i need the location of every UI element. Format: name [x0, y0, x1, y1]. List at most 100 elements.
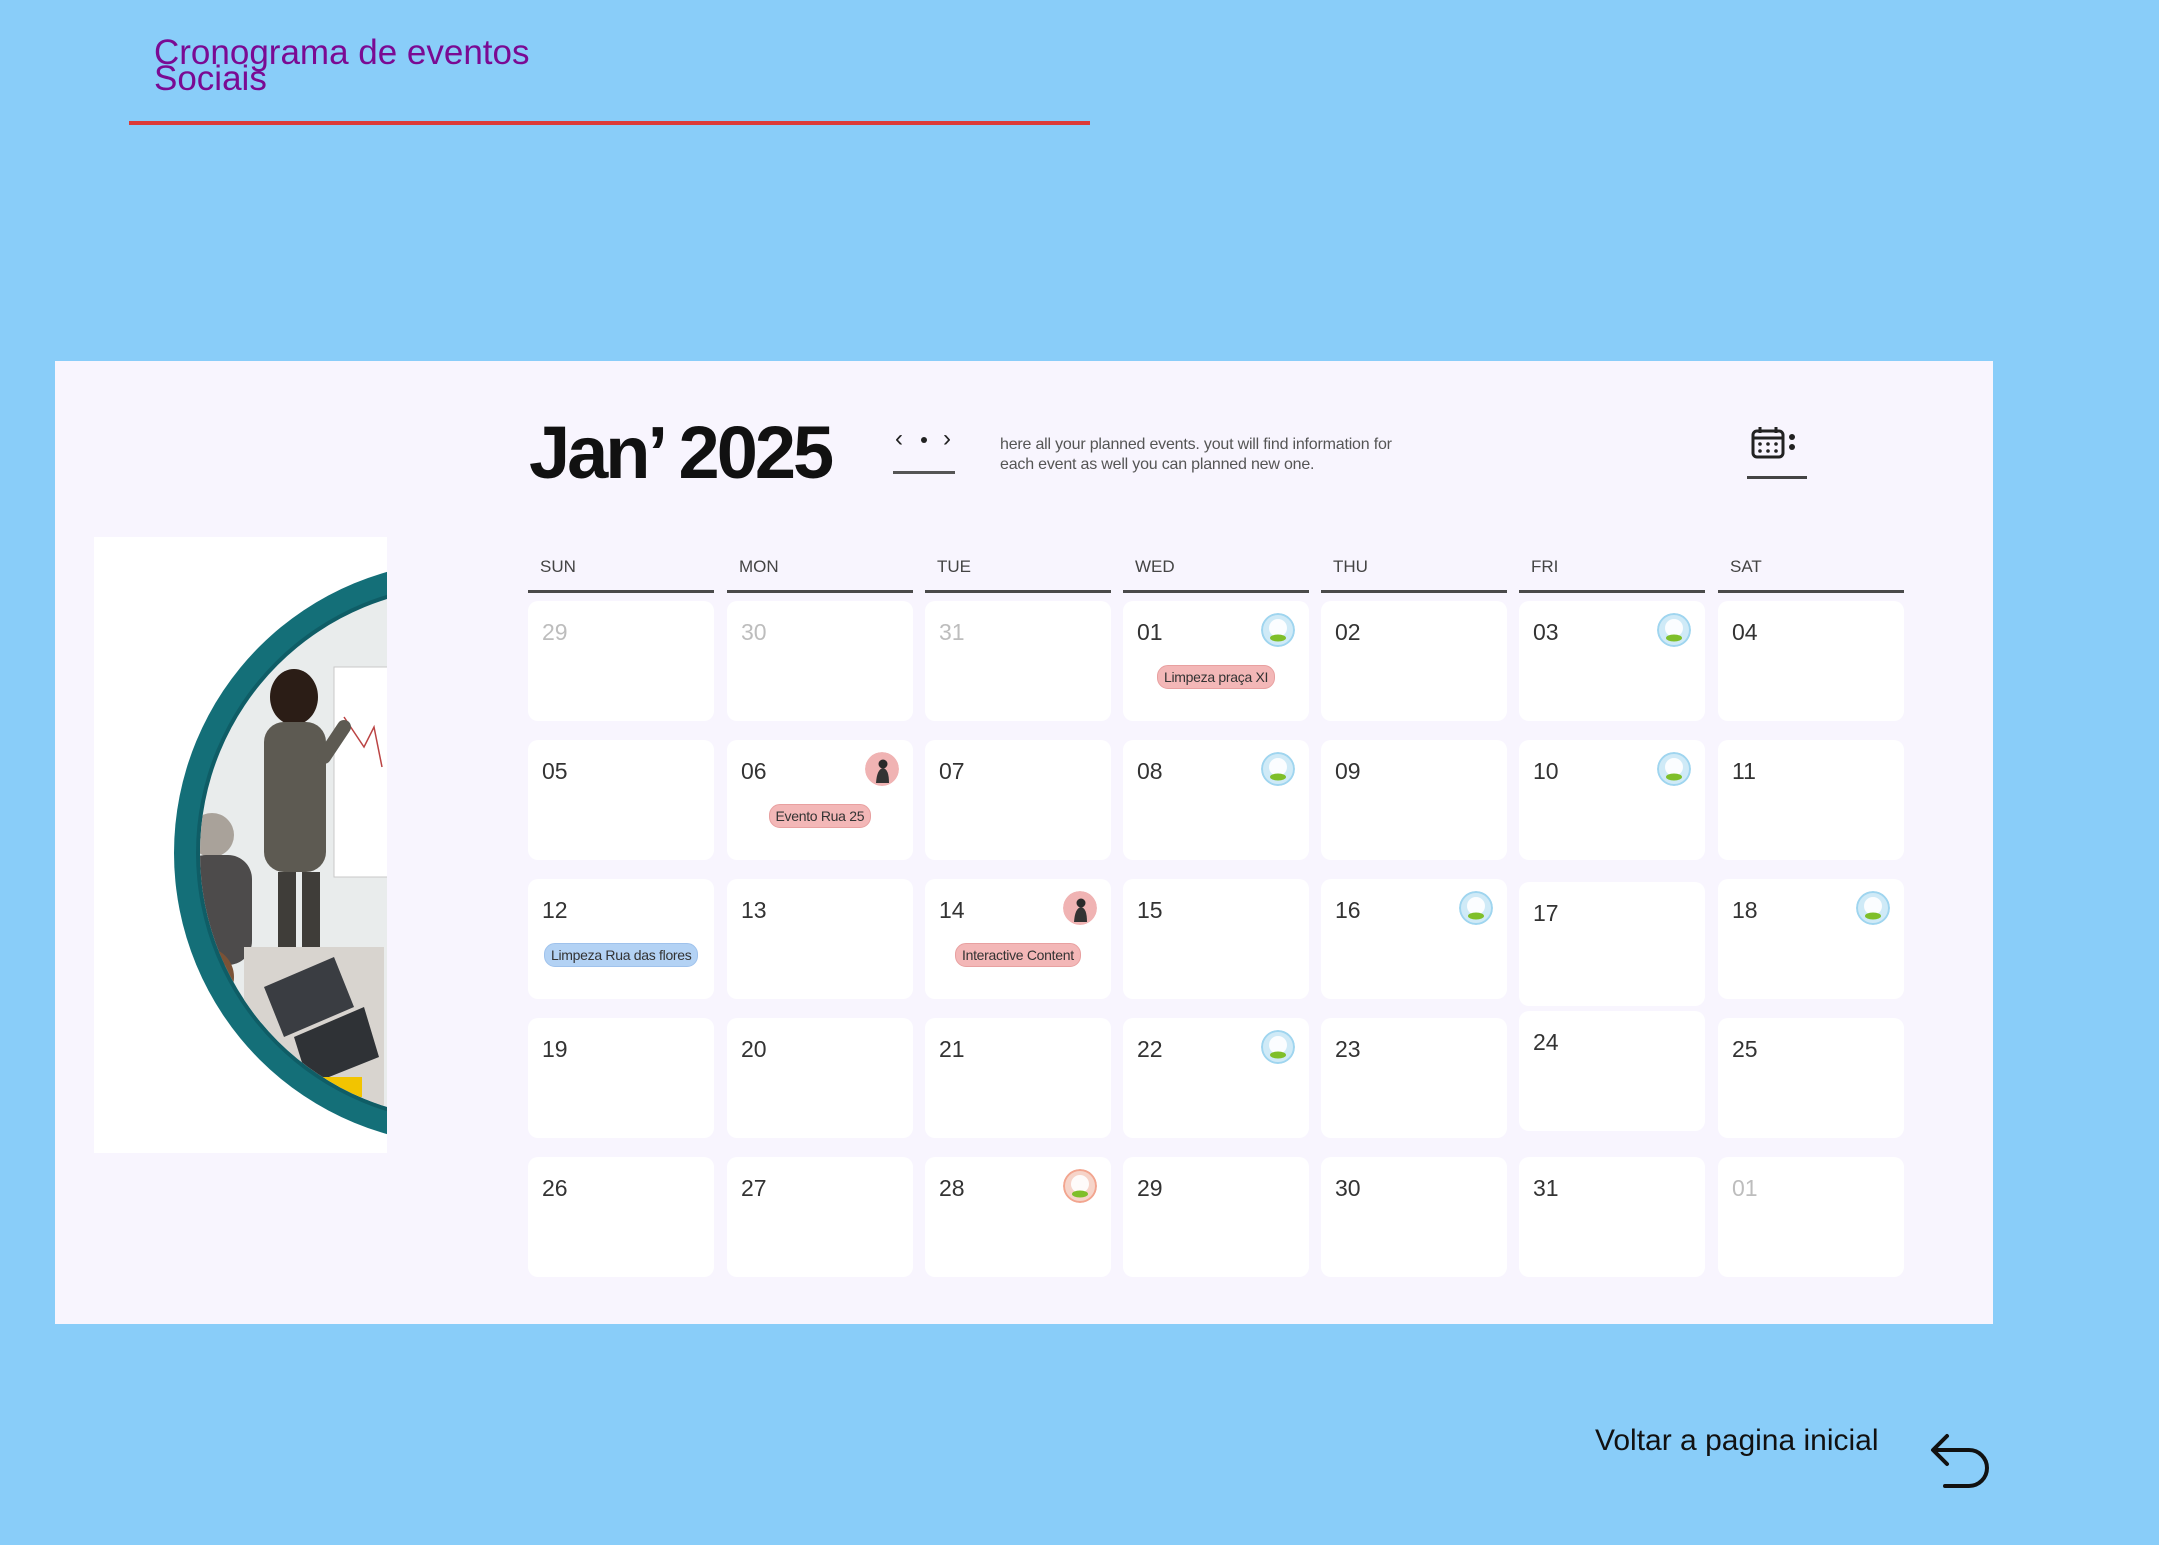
nav-dot-icon — [921, 437, 927, 443]
back-to-home-button[interactable] — [1925, 1426, 1995, 1496]
calendar-day-cell[interactable]: 06 Evento Rua 25 — [727, 740, 913, 860]
calendar-icon — [1751, 427, 1795, 459]
calendar-day-cell[interactable]: 20 — [727, 1018, 913, 1138]
weekday-header-thu: THU — [1321, 547, 1507, 593]
calendar-day-cell[interactable]: 12 Limpeza Rua das flores — [528, 879, 714, 999]
calendar-day-cell[interactable]: 29 — [1123, 1157, 1309, 1277]
day-number: 06 — [741, 758, 767, 784]
day-number: 24 — [1533, 1029, 1559, 1055]
event-tag[interactable]: Limpeza praça XI — [1157, 665, 1276, 689]
calendar-day-cell[interactable]: 08 — [1123, 740, 1309, 860]
more-dots-icon — [1789, 434, 1795, 440]
calendar-day-cell[interactable]: 31 — [925, 601, 1111, 721]
calendar-day-cell[interactable]: 05 — [528, 740, 714, 860]
calendar-day-cell[interactable]: 21 — [925, 1018, 1111, 1138]
day-number: 01 — [1732, 1175, 1758, 1201]
prev-month-button[interactable]: ‹ — [895, 427, 903, 451]
weekday-header-sun: SUN — [528, 547, 714, 593]
day-number: 05 — [542, 758, 568, 784]
day-number: 08 — [1137, 758, 1163, 784]
weekday-header-wed: WED — [1123, 547, 1309, 593]
calendar-day-cell[interactable]: 28 — [925, 1157, 1111, 1277]
globe-icon[interactable] — [1261, 752, 1295, 786]
calendar-day-cell[interactable]: 14 Interactive Content — [925, 879, 1111, 999]
day-number: 22 — [1137, 1036, 1163, 1062]
intro-line1: here all your planned events. yout will … — [1000, 436, 1392, 453]
day-number: 29 — [542, 619, 568, 645]
calendar-options-button[interactable] — [1747, 423, 1811, 479]
calendar-day-cell[interactable]: 18 — [1718, 879, 1904, 999]
day-number: 04 — [1732, 619, 1758, 645]
event-tag[interactable]: Evento Rua 25 — [768, 804, 872, 828]
day-number: 01 — [1137, 619, 1163, 645]
weekday-header-row: SUN MON TUE WED THU FRI SAT — [528, 547, 1958, 597]
calendar-day-cell[interactable]: 04 — [1718, 601, 1904, 721]
day-number: 29 — [1137, 1175, 1163, 1201]
day-number: 25 — [1732, 1036, 1758, 1062]
weekday-header-mon: MON — [727, 547, 913, 593]
calendar-day-cell[interactable]: 27 — [727, 1157, 913, 1277]
globe-icon[interactable] — [1063, 1169, 1097, 1203]
weekday-header-fri: FRI — [1519, 547, 1705, 593]
day-number: 07 — [939, 758, 965, 784]
calendar-day-cell[interactable]: 26 — [528, 1157, 714, 1277]
month-title: Jan’ 2025 — [529, 411, 834, 494]
attendee-avatar-icon[interactable] — [865, 752, 899, 786]
globe-icon[interactable] — [1657, 752, 1691, 786]
nav-underline — [893, 471, 955, 474]
day-number: 03 — [1533, 619, 1559, 645]
calendar-day-cell[interactable]: 02 — [1321, 601, 1507, 721]
back-to-home-link[interactable]: Voltar a pagina inicial — [1595, 1424, 1879, 1458]
day-number: 23 — [1335, 1036, 1361, 1062]
calendar-day-cell[interactable]: 31 — [1519, 1157, 1705, 1277]
day-number: 21 — [939, 1036, 965, 1062]
day-number: 11 — [1732, 758, 1756, 784]
calendar-day-cell[interactable]: 22 — [1123, 1018, 1309, 1138]
globe-icon[interactable] — [1657, 613, 1691, 647]
calendar-day-cell[interactable]: 24 — [1519, 1011, 1705, 1131]
meeting-photo — [94, 537, 387, 1153]
event-tag[interactable]: Limpeza Rua das flores — [544, 943, 699, 967]
day-number: 19 — [542, 1036, 568, 1062]
calendar-day-cell[interactable]: 07 — [925, 740, 1111, 860]
calendar-day-cell[interactable]: 11 — [1718, 740, 1904, 860]
meeting-illustration — [174, 571, 387, 1135]
globe-icon[interactable] — [1856, 891, 1890, 925]
calendar-day-cell[interactable]: 13 — [727, 879, 913, 999]
globe-icon[interactable] — [1459, 891, 1493, 925]
day-number: 02 — [1335, 619, 1361, 645]
calendar-day-cell[interactable]: 29 — [528, 601, 714, 721]
calendar-day-cell[interactable]: 03 — [1519, 601, 1705, 721]
calendar-day-cell[interactable]: 17 — [1519, 882, 1705, 1006]
day-number: 09 — [1335, 758, 1361, 784]
calendar-day-cell[interactable]: 19 — [528, 1018, 714, 1138]
attendee-avatar-icon[interactable] — [1063, 891, 1097, 925]
calendar-day-cell[interactable]: 30 — [727, 601, 913, 721]
return-arrow-icon — [1931, 1434, 1989, 1488]
event-tag[interactable]: Interactive Content — [955, 943, 1081, 967]
calendar-day-cell[interactable]: 30 — [1321, 1157, 1507, 1277]
page-title: Cronograma de eventos Sociais — [154, 35, 530, 96]
calendar-day-cell[interactable]: 16 — [1321, 879, 1507, 999]
day-number: 18 — [1732, 897, 1758, 923]
calendar-day-cell[interactable]: 25 — [1718, 1018, 1904, 1138]
calendar-panel: Jan’ 2025 ‹ › here all your planned even… — [55, 361, 1993, 1324]
day-number: 12 — [542, 897, 568, 923]
calendar-day-cell[interactable]: 01 — [1718, 1157, 1904, 1277]
day-number: 17 — [1533, 900, 1559, 926]
calendar-day-cell[interactable]: 23 — [1321, 1018, 1507, 1138]
calendar-day-cell[interactable]: 15 — [1123, 879, 1309, 999]
calendar-intro: here all your planned events. yout will … — [1000, 435, 1470, 475]
next-month-button[interactable]: › — [943, 427, 951, 451]
globe-icon[interactable] — [1261, 613, 1295, 647]
calendar-day-cell[interactable]: 09 — [1321, 740, 1507, 860]
day-number: 30 — [741, 619, 767, 645]
day-number: 13 — [741, 897, 767, 923]
calendar-day-cell[interactable]: 01 Limpeza praça XI — [1123, 601, 1309, 721]
day-number: 14 — [939, 897, 965, 923]
globe-icon[interactable] — [1261, 1030, 1295, 1064]
calendar-day-cell[interactable]: 10 — [1519, 740, 1705, 860]
calendar-menu-underline — [1747, 476, 1807, 479]
day-number: 10 — [1533, 758, 1559, 784]
day-number: 31 — [939, 619, 965, 645]
